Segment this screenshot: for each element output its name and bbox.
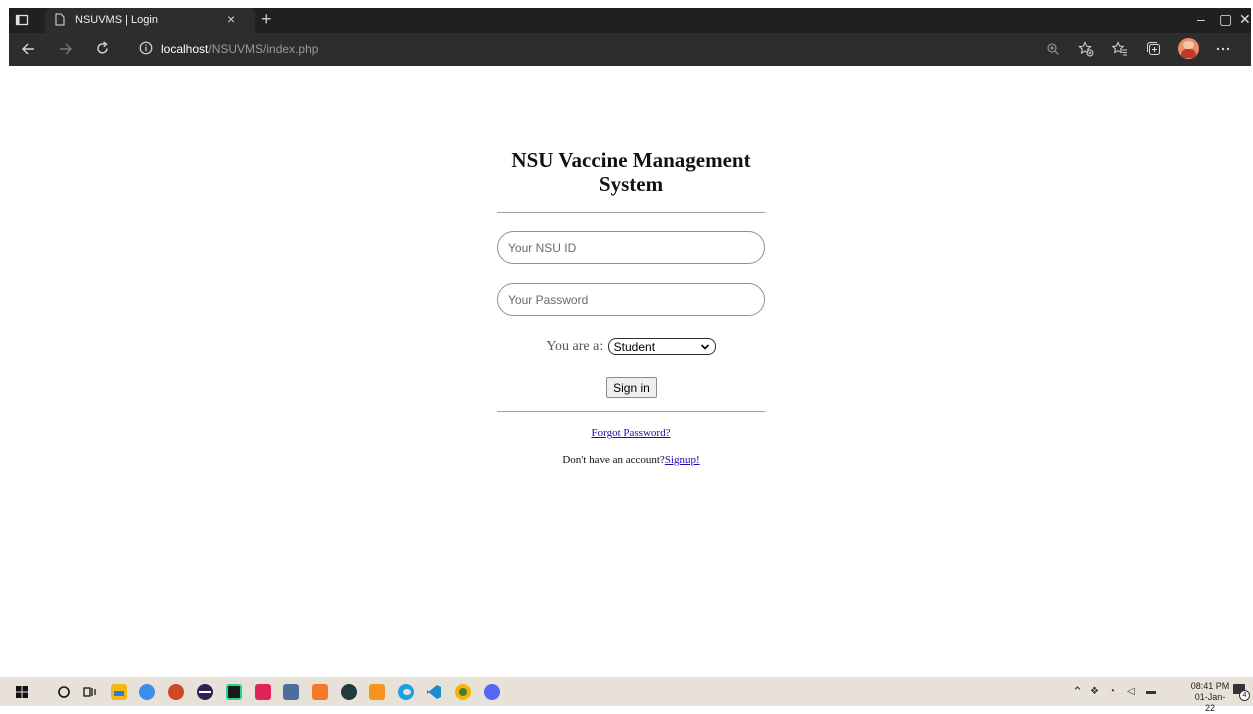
forward-icon[interactable] (59, 42, 73, 56)
chevron-down-icon (700, 344, 709, 350)
app-icon[interactable] (341, 684, 357, 700)
url-path: /NSUVMS/index.php (208, 42, 319, 56)
top-divider (497, 212, 765, 213)
address-bar[interactable]: localhost/NSUVMS/index.php (129, 38, 1044, 60)
task-view-icon[interactable] (82, 684, 98, 700)
canary-center (459, 688, 467, 696)
collections-icon[interactable] (1146, 41, 1162, 57)
add-favorite-icon[interactable] (1078, 41, 1094, 57)
bottom-divider (497, 411, 765, 412)
xampp-icon[interactable] (312, 684, 328, 700)
avatar-body (1181, 49, 1196, 58)
role-select[interactable]: Student (607, 338, 716, 356)
intellij-icon[interactable] (255, 684, 271, 700)
more-icon[interactable] (1215, 41, 1231, 57)
notification-center-icon[interactable]: 4 (1233, 684, 1250, 701)
sign-in-button[interactable]: Sign in (606, 377, 657, 398)
qbittorrent-icon[interactable] (139, 684, 155, 700)
restore-button[interactable]: ▢ (1219, 11, 1232, 28)
new-tab-button[interactable]: + (261, 9, 272, 30)
sublime-icon[interactable] (283, 684, 299, 700)
tab-strip: NSUVMS | Login × + – ▢ ✕ (9, 8, 1251, 33)
signup-row: Don't have an account?Signup! (497, 454, 765, 466)
git-icon[interactable] (369, 684, 385, 700)
chevron-up-icon[interactable]: ⌃ (1072, 684, 1083, 700)
browser-window-chrome: NSUVMS | Login × + – ▢ ✕ localhost/NSUVM… (9, 8, 1251, 66)
tab-title: NSUVMS | Login (75, 14, 158, 26)
powerpoint-icon[interactable] (168, 684, 184, 700)
close-window-button[interactable]: ✕ (1239, 11, 1251, 28)
tab-close-button[interactable]: × (227, 11, 235, 27)
back-icon[interactable] (21, 42, 35, 56)
role-row: You are a: Student (497, 338, 765, 356)
search-icon[interactable] (56, 684, 72, 700)
vscode-icon[interactable] (426, 684, 442, 700)
page-title: NSU Vaccine Management System (511, 148, 751, 196)
tab-actions-icon[interactable] (15, 13, 29, 27)
no-account-text: Don't have an account? (562, 454, 665, 466)
folder-band (114, 691, 124, 696)
eclipse-stripe (199, 691, 211, 693)
clock-date: 01-Jan-22 (1194, 692, 1226, 713)
clock-time: 08:41 PM (1190, 681, 1230, 691)
nsu-id-input[interactable] (497, 231, 765, 264)
zoom-icon[interactable] (1045, 41, 1061, 57)
profile-avatar[interactable] (1178, 38, 1199, 59)
edge-swirl (403, 689, 411, 695)
discord-icon[interactable] (484, 684, 500, 700)
forgot-password-link[interactable]: Forgot Password? (497, 427, 765, 439)
wifi-icon[interactable]: ◔ (1109, 686, 1115, 697)
pycharm-icon[interactable] (226, 684, 242, 700)
chrome-canary-icon[interactable] (455, 684, 471, 700)
battery-icon[interactable]: ▬ (1146, 686, 1156, 697)
info-icon[interactable] (139, 41, 153, 55)
dropbox-icon[interactable]: ❖ (1090, 686, 1099, 697)
role-select-value: Student (613, 340, 656, 355)
navigation-bar: localhost/NSUVMS/index.php (9, 33, 1251, 66)
browser-tab[interactable]: NSUVMS | Login × (45, 8, 255, 33)
edge-icon[interactable] (398, 684, 414, 700)
favorites-icon[interactable] (1112, 41, 1128, 57)
volume-icon[interactable]: ◁ (1127, 686, 1135, 697)
avatar-face (1183, 41, 1194, 49)
system-clock[interactable]: 08:41 PM 01-Jan-22 (1190, 681, 1230, 714)
password-input[interactable] (497, 283, 765, 316)
windows-taskbar: ⌃ ❖ ◔ ◁ ▬ 08:41 PM 01-Jan-22 4 (0, 677, 1253, 713)
minimize-button[interactable]: – (1197, 11, 1205, 27)
notification-count: 4 (1239, 690, 1250, 701)
signup-link[interactable]: Signup! (665, 454, 700, 466)
url-text: localhost/NSUVMS/index.php (161, 42, 318, 56)
page-icon (55, 13, 65, 26)
eclipse-icon[interactable] (197, 684, 213, 700)
file-explorer-icon[interactable] (111, 684, 127, 700)
role-label: You are a: (546, 338, 604, 354)
refresh-icon[interactable] (95, 41, 110, 56)
url-host: localhost (161, 42, 209, 56)
windows-start-icon[interactable] (14, 684, 30, 700)
